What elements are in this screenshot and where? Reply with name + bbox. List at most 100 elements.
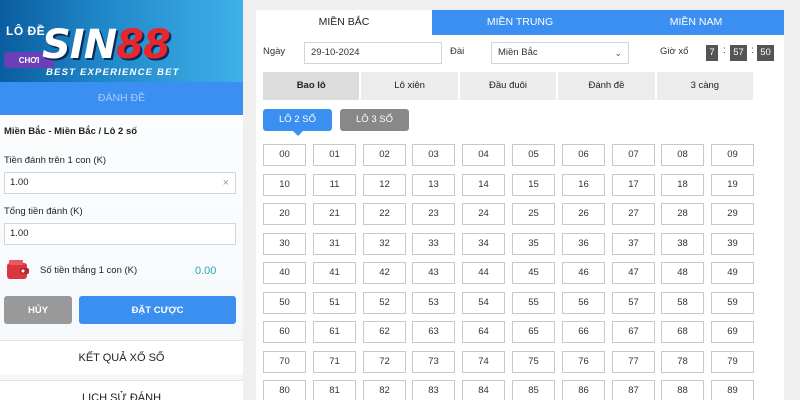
number-cell[interactable]: 37 — [612, 233, 655, 255]
number-cell[interactable]: 45 — [512, 262, 555, 284]
tab-mien-trung[interactable]: MIỀN TRUNG — [432, 10, 608, 35]
number-cell[interactable]: 08 — [661, 144, 704, 166]
number-cell[interactable]: 19 — [711, 174, 754, 196]
number-cell[interactable]: 64 — [462, 321, 505, 343]
number-cell[interactable]: 69 — [711, 321, 754, 343]
number-cell[interactable]: 05 — [512, 144, 555, 166]
number-cell[interactable]: 73 — [412, 351, 455, 373]
number-cell[interactable]: 80 — [263, 380, 306, 400]
dai-select[interactable]: Miền Bắc ⌄ — [491, 42, 629, 64]
cancel-button[interactable]: HỦY — [4, 296, 72, 324]
number-cell[interactable]: 76 — [562, 351, 605, 373]
number-cell[interactable]: 18 — [661, 174, 704, 196]
number-cell[interactable]: 63 — [412, 321, 455, 343]
results-link[interactable]: KẾT QUẢ XỔ SỐ — [0, 340, 243, 374]
number-cell[interactable]: 40 — [263, 262, 306, 284]
number-cell[interactable]: 02 — [363, 144, 406, 166]
number-cell[interactable]: 07 — [612, 144, 655, 166]
number-cell[interactable]: 32 — [363, 233, 406, 255]
number-cell[interactable]: 86 — [562, 380, 605, 400]
number-cell[interactable]: 21 — [313, 203, 356, 225]
number-cell[interactable]: 31 — [313, 233, 356, 255]
number-cell[interactable]: 67 — [612, 321, 655, 343]
number-cell[interactable]: 83 — [412, 380, 455, 400]
tab-lo-xien[interactable]: Lô xiên — [361, 72, 458, 100]
number-cell[interactable]: 42 — [363, 262, 406, 284]
number-cell[interactable]: 09 — [711, 144, 754, 166]
number-cell[interactable]: 15 — [512, 174, 555, 196]
number-cell[interactable]: 26 — [562, 203, 605, 225]
number-cell[interactable]: 58 — [661, 292, 704, 314]
number-cell[interactable]: 38 — [661, 233, 704, 255]
number-cell[interactable]: 24 — [462, 203, 505, 225]
number-cell[interactable]: 49 — [711, 262, 754, 284]
history-link[interactable]: LỊCH SỬ ĐÁNH — [0, 380, 243, 400]
number-cell[interactable]: 12 — [363, 174, 406, 196]
number-cell[interactable]: 48 — [661, 262, 704, 284]
tab-danh-de[interactable]: Đánh đề — [558, 72, 655, 100]
number-cell[interactable]: 59 — [711, 292, 754, 314]
number-cell[interactable]: 82 — [363, 380, 406, 400]
number-cell[interactable]: 25 — [512, 203, 555, 225]
number-cell[interactable]: 41 — [313, 262, 356, 284]
number-cell[interactable]: 22 — [363, 203, 406, 225]
number-cell[interactable]: 53 — [412, 292, 455, 314]
number-cell[interactable]: 51 — [313, 292, 356, 314]
stake-input[interactable]: 1.00 × — [4, 172, 236, 194]
number-cell[interactable]: 65 — [512, 321, 555, 343]
promo-banner[interactable]: LÔ ĐỀ CHƠI SIN88 BEST EXPERIENCE BET — [0, 0, 243, 82]
tab-lo-2-so[interactable]: LÔ 2 SỐ — [263, 109, 332, 136]
number-cell[interactable]: 56 — [562, 292, 605, 314]
number-cell[interactable]: 44 — [462, 262, 505, 284]
number-cell[interactable]: 89 — [711, 380, 754, 400]
number-cell[interactable]: 60 — [263, 321, 306, 343]
number-cell[interactable]: 03 — [412, 144, 455, 166]
tab-bao-lo[interactable]: Bao lô — [263, 72, 360, 100]
number-cell[interactable]: 72 — [363, 351, 406, 373]
number-cell[interactable]: 52 — [363, 292, 406, 314]
clear-icon[interactable]: × — [223, 173, 229, 193]
number-cell[interactable]: 10 — [263, 174, 306, 196]
number-cell[interactable]: 17 — [612, 174, 655, 196]
tab-mien-bac[interactable]: MIỀN BẮC — [256, 10, 432, 35]
number-cell[interactable]: 28 — [661, 203, 704, 225]
number-cell[interactable]: 29 — [711, 203, 754, 225]
place-bet-button[interactable]: ĐẶT CƯỢC — [79, 296, 236, 324]
number-cell[interactable]: 85 — [512, 380, 555, 400]
number-cell[interactable]: 79 — [711, 351, 754, 373]
number-cell[interactable]: 36 — [562, 233, 605, 255]
number-cell[interactable]: 81 — [313, 380, 356, 400]
number-cell[interactable]: 43 — [412, 262, 455, 284]
number-cell[interactable]: 66 — [562, 321, 605, 343]
number-cell[interactable]: 87 — [612, 380, 655, 400]
danh-de-header[interactable]: ĐÁNH ĐỀ — [0, 82, 243, 115]
total-input[interactable]: 1.00 — [4, 223, 236, 245]
number-cell[interactable]: 78 — [661, 351, 704, 373]
number-cell[interactable]: 74 — [462, 351, 505, 373]
number-cell[interactable]: 33 — [412, 233, 455, 255]
date-input[interactable]: 29-10-2024 — [304, 42, 442, 64]
number-cell[interactable]: 50 — [263, 292, 306, 314]
number-cell[interactable]: 30 — [263, 233, 306, 255]
number-cell[interactable]: 68 — [661, 321, 704, 343]
number-cell[interactable]: 84 — [462, 380, 505, 400]
number-cell[interactable]: 70 — [263, 351, 306, 373]
number-cell[interactable]: 13 — [412, 174, 455, 196]
number-cell[interactable]: 16 — [562, 174, 605, 196]
number-cell[interactable]: 75 — [512, 351, 555, 373]
number-cell[interactable]: 35 — [512, 233, 555, 255]
number-cell[interactable]: 77 — [612, 351, 655, 373]
number-cell[interactable]: 01 — [313, 144, 356, 166]
number-cell[interactable]: 54 — [462, 292, 505, 314]
number-cell[interactable]: 06 — [562, 144, 605, 166]
number-cell[interactable]: 34 — [462, 233, 505, 255]
number-cell[interactable]: 39 — [711, 233, 754, 255]
number-cell[interactable]: 23 — [412, 203, 455, 225]
tab-lo-3-so[interactable]: LÔ 3 SỐ — [340, 109, 409, 131]
tab-dau-duoi[interactable]: Đầu đuôi — [459, 72, 557, 100]
number-cell[interactable]: 11 — [313, 174, 356, 196]
number-cell[interactable]: 57 — [612, 292, 655, 314]
number-cell[interactable]: 46 — [562, 262, 605, 284]
number-cell[interactable]: 47 — [612, 262, 655, 284]
number-cell[interactable]: 14 — [462, 174, 505, 196]
